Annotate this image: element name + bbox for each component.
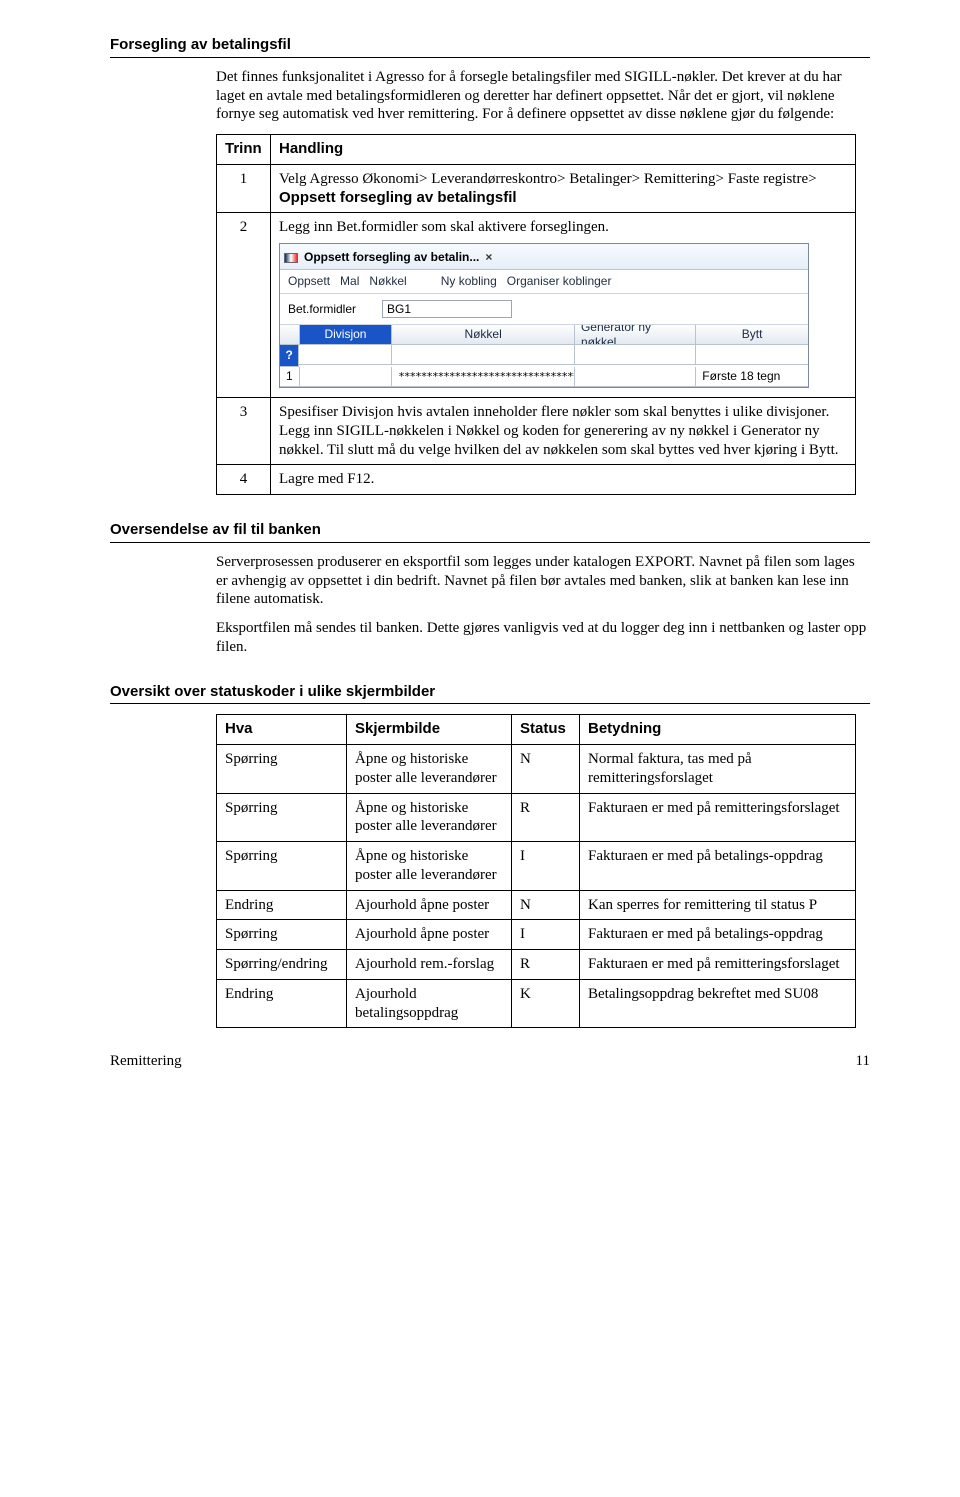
cell-status: I bbox=[512, 842, 580, 891]
table-row: Spørring Åpne og historiske poster alle … bbox=[217, 745, 856, 794]
step-text-plain: Legg inn Bet.formidler som skal aktivere… bbox=[279, 219, 609, 235]
th-betydning: Betydning bbox=[580, 715, 856, 745]
cell-betydning: Kan sperres for remittering til status P bbox=[580, 890, 856, 920]
row-number[interactable]: 1 bbox=[280, 367, 300, 387]
cell-skjermbilde: Ajourhold åpne poster bbox=[347, 890, 512, 920]
footer-title: Remittering bbox=[110, 1052, 182, 1071]
table-row: Spørring/endring Ajourhold rem.-forslag … bbox=[217, 950, 856, 980]
step-text-bold: Oppsett forsegling av betalingsfil bbox=[279, 189, 517, 206]
grid-cell[interactable] bbox=[575, 345, 696, 365]
table-row: Spørring Åpne og historiske poster alle … bbox=[217, 842, 856, 891]
step-num: 2 bbox=[217, 213, 271, 398]
step-num: 4 bbox=[217, 465, 271, 495]
step-text: Velg Agresso Økonomi> Leverandørreskontr… bbox=[271, 164, 856, 213]
section-heading-statuskoder: Oversikt over statuskoder i ulike skjerm… bbox=[110, 683, 870, 705]
page-number: 11 bbox=[856, 1052, 870, 1071]
cell-skjermbilde: Ajourhold åpne poster bbox=[347, 920, 512, 950]
grid-cell[interactable] bbox=[392, 345, 575, 365]
th-trinn: Trinn bbox=[217, 135, 271, 165]
flag-icon bbox=[284, 253, 298, 263]
cell-status: N bbox=[512, 890, 580, 920]
cell-skjermbilde: Åpne og historiske poster alle leverandø… bbox=[347, 745, 512, 794]
menu-nokkel[interactable]: Nøkkel bbox=[369, 274, 406, 289]
menu-mal[interactable]: Mal bbox=[340, 274, 359, 289]
cell-hva: Spørring bbox=[217, 920, 347, 950]
grid-cell[interactable] bbox=[696, 345, 808, 365]
window-title: Oppsett forsegling av betalin... bbox=[304, 250, 479, 265]
cell-skjermbilde: Ajourhold rem.-forslag bbox=[347, 950, 512, 980]
close-icon[interactable]: × bbox=[485, 250, 492, 265]
row-marker-new[interactable]: ? bbox=[280, 345, 299, 367]
cell-status: R bbox=[512, 793, 580, 842]
grid-cell[interactable] bbox=[299, 345, 392, 365]
step-text: Legg inn Bet.formidler som skal aktivere… bbox=[271, 213, 856, 398]
col-divisjon[interactable]: Divisjon bbox=[300, 325, 393, 345]
cell-hva: Endring bbox=[217, 979, 347, 1028]
cell-betydning: Fakturaen er med på remitteringsforslage… bbox=[580, 950, 856, 980]
field-betformidler-input[interactable]: BG1 bbox=[382, 300, 512, 318]
step-text: Spesifiser Divisjon hvis avtalen innehol… bbox=[271, 398, 856, 465]
cell-status: I bbox=[512, 920, 580, 950]
step-num: 1 bbox=[217, 164, 271, 213]
cell-hva: Spørring bbox=[217, 745, 347, 794]
cell-hva: Spørring/endring bbox=[217, 950, 347, 980]
toolbar: Oppsett Mal Nøkkel Ny kobling Organiser … bbox=[280, 270, 808, 294]
cell-skjermbilde: Åpne og historiske poster alle leverandø… bbox=[347, 793, 512, 842]
cell-hva: Endring bbox=[217, 890, 347, 920]
step-num: 3 bbox=[217, 398, 271, 465]
menu-organiser[interactable]: Organiser koblinger bbox=[507, 274, 612, 289]
section-heading-oversendelse: Oversendelse av fil til banken bbox=[110, 521, 870, 543]
table-row: Spørring Åpne og historiske poster alle … bbox=[217, 793, 856, 842]
th-hva: Hva bbox=[217, 715, 347, 745]
cell-skjermbilde: Ajourhold betalingsoppdrag bbox=[347, 979, 512, 1028]
cell-betydning: Fakturaen er med på remitteringsforslage… bbox=[580, 793, 856, 842]
th-skjermbilde: Skjermbilde bbox=[347, 715, 512, 745]
grid-cell[interactable] bbox=[575, 367, 696, 387]
cell-betydning: Fakturaen er med på betalings-oppdrag bbox=[580, 842, 856, 891]
table-row: Endring Ajourhold åpne poster N Kan sper… bbox=[217, 890, 856, 920]
cell-hva: Spørring bbox=[217, 842, 347, 891]
cell-betydning: Betalingsoppdrag bekreftet med SU08 bbox=[580, 979, 856, 1028]
grid-cell[interactable] bbox=[300, 367, 393, 387]
cell-status: R bbox=[512, 950, 580, 980]
grid-cell-bytt-value[interactable]: Første 18 tegn bbox=[696, 367, 808, 387]
screenshot-oppsett-forsegling: Oppsett forsegling av betalin... × Oppse… bbox=[279, 243, 809, 388]
col-generator[interactable]: Generator ny nøkkel bbox=[575, 325, 696, 345]
cell-hva: Spørring bbox=[217, 793, 347, 842]
table-row: Spørring Ajourhold åpne poster I Faktura… bbox=[217, 920, 856, 950]
step-text-plain: Velg Agresso Økonomi> Leverandørreskontr… bbox=[279, 171, 817, 187]
steps-table-1: Trinn Handling 1 Velg Agresso Økonomi> L… bbox=[216, 134, 856, 495]
cell-betydning: Fakturaen er med på betalings-oppdrag bbox=[580, 920, 856, 950]
cell-status: K bbox=[512, 979, 580, 1028]
section-heading-forsegling: Forsegling av betalingsfil bbox=[110, 36, 870, 58]
grid-cell-nokkel-value[interactable]: ******************************** bbox=[392, 367, 575, 387]
th-status: Status bbox=[512, 715, 580, 745]
menu-oppsett[interactable]: Oppsett bbox=[288, 274, 330, 289]
paragraph-intro: Det finnes funksjonalitet i Agresso for … bbox=[216, 68, 870, 124]
table-row: Endring Ajourhold betalingsoppdrag K Bet… bbox=[217, 979, 856, 1028]
menu-ny-kobling[interactable]: Ny kobling bbox=[441, 274, 497, 289]
step-text: Lagre med F12. bbox=[271, 465, 856, 495]
cell-skjermbilde: Åpne og historiske poster alle leverandø… bbox=[347, 842, 512, 891]
status-table: Hva Skjermbilde Status Betydning Spørrin… bbox=[216, 714, 856, 1028]
col-nokkel[interactable]: Nøkkel bbox=[392, 325, 575, 345]
field-label-betformidler: Bet.formidler bbox=[288, 302, 374, 317]
paragraph: Eksportfilen må sendes til banken. Dette… bbox=[216, 619, 870, 657]
cell-betydning: Normal faktura, tas med på remitteringsf… bbox=[580, 745, 856, 794]
col-bytt[interactable]: Bytt bbox=[696, 325, 808, 345]
cell-status: N bbox=[512, 745, 580, 794]
paragraph: Serverprosessen produserer en eksportfil… bbox=[216, 553, 870, 609]
th-handling: Handling bbox=[271, 135, 856, 165]
